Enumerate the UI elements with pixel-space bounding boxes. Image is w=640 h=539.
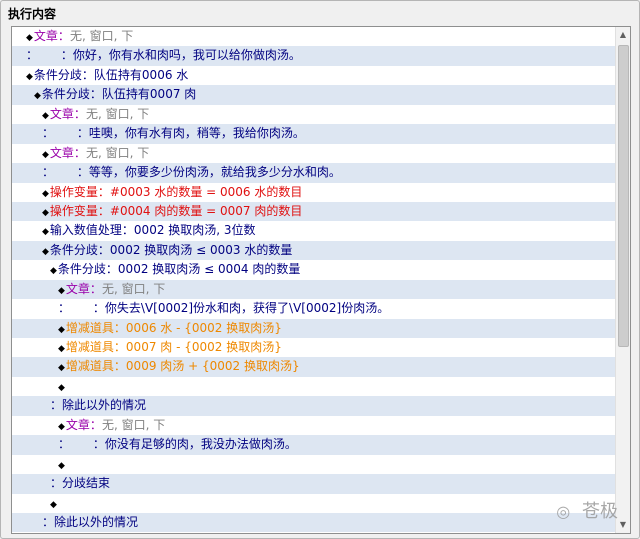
command-text: 增减道具：0009 肉汤 + {0002 换取肉汤} [65, 359, 300, 374]
command-text: ：你失去\V[0002]份水和肉，获得了\V[0002]份肉汤。 [70, 301, 390, 316]
command-bullet-icon: ◆ [34, 91, 41, 102]
command-bullet-icon: ◆ [26, 71, 33, 82]
command-row[interactable]: ◆操作变量：#0003 水的数量 = 0006 水的数目 [12, 182, 616, 202]
command-bullet-icon: ◆ [50, 499, 57, 510]
command-row[interactable]: ： ：你没有足够的肉，我没办法做肉汤。 [12, 435, 616, 455]
command-row[interactable]: ◆条件分歧：0002 换取肉汤 ≤ 0004 肉的数量 [12, 260, 616, 280]
command-bullet-icon: ◆ [58, 344, 65, 354]
command-row[interactable]: ◆增减道具：0006 水 - {0002 换取肉汤} [12, 318, 616, 338]
command-text: ：哇噢，你有水有肉，稍等，我给你肉汤。 [54, 126, 305, 141]
command-bullet-icon: ◆ [42, 207, 49, 218]
command-text: 条件分歧：队伍持有0006 水 [33, 67, 189, 82]
command-text: 无, 窗口, 下 [101, 417, 166, 432]
command-text: ： [58, 437, 71, 452]
command-text: ：你好，你有水和肉吗，我可以给你做肉汤。 [38, 48, 301, 63]
vertical-scrollbar[interactable]: ▲ ▼ [615, 27, 630, 533]
command-text: 输入数值处理：0002 换取肉汤, 3位数 [49, 223, 256, 238]
command-row[interactable]: ： ：哇噢，你有水有肉，稍等，我给你肉汤。 [12, 124, 616, 144]
command-bullet-icon: ◆ [42, 149, 49, 160]
event-contents-panel: 执行内容 ◆文章：无, 窗口, 下： ：你好，你有水和肉吗，我可以给你做肉汤。 ◆… [0, 0, 640, 539]
command-row[interactable]: ： ：等等，你要多少份肉汤，就给我多少分水和肉。 [12, 163, 616, 183]
command-text: 文章： [33, 29, 70, 43]
command-bullet-icon: ◆ [58, 285, 65, 296]
command-text: 文章： [49, 106, 86, 121]
command-text: 无, 窗口, 下 [69, 29, 134, 43]
command-text: 无, 窗口, 下 [101, 281, 166, 296]
command-row[interactable]: ◆文章：无, 窗口, 下 [12, 143, 616, 164]
command-row[interactable]: ：除此以外的情况 [12, 396, 616, 416]
command-bullet-icon: ◆ [58, 460, 65, 471]
command-row[interactable]: ◆文章：无, 窗口, 下 [12, 27, 616, 47]
command-row[interactable]: ：分歧结束 [12, 474, 616, 494]
command-text: 条件分歧：队伍持有0007 肉 [41, 87, 197, 102]
command-text: 操作变量：#0003 水的数量 = 0006 水的数目 [49, 184, 303, 199]
command-row[interactable]: ：除此以外的情况 [12, 512, 616, 533]
command-row[interactable]: ◆ [12, 493, 616, 513]
command-text: ：除此以外的情况 [42, 514, 139, 529]
command-text: ： [42, 165, 55, 180]
command-bullet-icon: ◆ [42, 188, 49, 199]
command-row[interactable]: ◆条件分歧：队伍持有0007 肉 [12, 85, 616, 105]
event-command-list[interactable]: ◆文章：无, 窗口, 下： ：你好，你有水和肉吗，我可以给你做肉汤。 ◆条件分歧：… [11, 26, 631, 534]
command-text: 文章： [65, 417, 102, 432]
command-row[interactable]: ◆文章：无, 窗口, 下 [12, 415, 616, 436]
command-text: 无, 窗口, 下 [85, 106, 150, 121]
command-bullet-icon: ◆ [58, 382, 65, 393]
panel-title: 执行内容 [8, 7, 57, 21]
command-row[interactable]: ◆文章：无, 窗口, 下 [12, 104, 616, 125]
command-text: 操作变量：#0004 肉的数量 = 0007 肉的数目 [49, 203, 303, 218]
command-bullet-icon: ◆ [58, 324, 65, 335]
command-row[interactable]: ： ：你失去\V[0002]份水和肉，获得了\V[0002]份肉汤。 [12, 299, 616, 319]
command-row[interactable]: ◆ [12, 454, 616, 475]
command-row[interactable]: ◆文章：无, 窗口, 下 [12, 279, 616, 300]
command-bullet-icon: ◆ [42, 110, 49, 121]
watermark-text: 苍极 [582, 501, 618, 522]
command-row[interactable]: ： ：你好，你有水和肉吗，我可以给你做肉汤。 [12, 46, 616, 66]
command-bullet-icon: ◆ [42, 246, 49, 257]
command-text: ： [58, 301, 71, 316]
command-text: ： [42, 126, 55, 141]
command-text: ：除此以外的情况 [50, 398, 147, 413]
command-row[interactable]: ◆输入数值处理：0002 换取肉汤, 3位数 [12, 221, 616, 241]
command-rows: ◆文章：无, 窗口, 下： ：你好，你有水和肉吗，我可以给你做肉汤。 ◆条件分歧：… [12, 27, 616, 533]
command-bullet-icon: ◆ [58, 363, 65, 374]
command-text: 条件分歧：0002 换取肉汤 ≤ 0003 水的数量 [49, 242, 293, 257]
command-text: 条件分歧：0002 换取肉汤 ≤ 0004 肉的数量 [57, 262, 301, 277]
arrow-up-icon[interactable]: ▲ [616, 27, 630, 43]
command-row[interactable]: ◆条件分歧：队伍持有0006 水 [12, 65, 616, 86]
watermark: ◎ 苍极 [556, 497, 618, 523]
scrollbar-thumb[interactable] [618, 45, 629, 347]
command-bullet-icon: ◆ [26, 33, 33, 43]
command-text: ：等等，你要多少份肉汤，就给我多少分水和肉。 [54, 165, 341, 180]
command-bullet-icon: ◆ [50, 266, 57, 277]
command-row[interactable]: ◆操作变量：#0004 肉的数量 = 0007 肉的数目 [12, 201, 616, 222]
wechat-icon: ◎ [556, 502, 571, 521]
command-text: 增减道具：0006 水 - {0002 换取肉汤} [65, 320, 282, 335]
command-row[interactable]: ◆增减道具：0007 肉 - {0002 换取肉汤} [12, 338, 616, 358]
command-text: ：分歧结束 [50, 476, 111, 491]
command-text: 增减道具：0007 肉 - {0002 换取肉汤} [65, 340, 282, 354]
command-text: 文章： [49, 145, 86, 160]
arrow-down-icon[interactable]: ▼ [616, 517, 630, 533]
command-text: ：你没有足够的肉，我没办法做肉汤。 [70, 437, 297, 452]
command-bullet-icon: ◆ [58, 421, 65, 432]
command-bullet-icon: ◆ [42, 227, 49, 238]
command-text: ： [26, 48, 39, 63]
command-text: 无, 窗口, 下 [85, 145, 150, 160]
command-row[interactable]: ◆增减道具：0009 肉汤 + {0002 换取肉汤} [12, 357, 616, 377]
command-row[interactable]: ◆条件分歧：0002 换取肉汤 ≤ 0003 水的数量 [12, 240, 616, 261]
command-text: 文章： [65, 281, 102, 296]
command-row[interactable]: ◆ [12, 376, 616, 397]
